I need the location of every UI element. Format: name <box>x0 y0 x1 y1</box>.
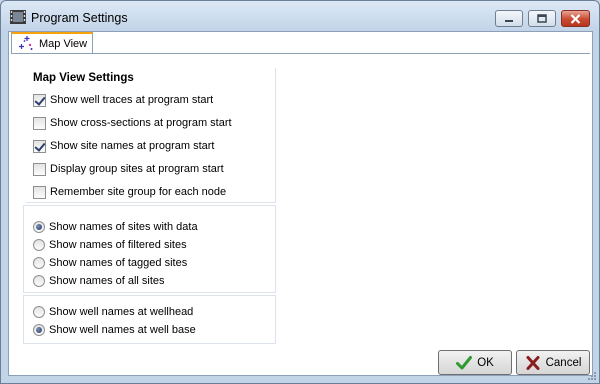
checkbox-show-cross-sections[interactable]: Show cross-sections at program start <box>33 115 232 131</box>
radio-label: Show names of sites with data <box>49 221 198 233</box>
cancel-button[interactable]: Cancel <box>516 350 590 375</box>
checkbox-label: Show cross-sections at program start <box>50 117 232 129</box>
checkbox-box[interactable] <box>33 139 46 153</box>
radio-button[interactable] <box>33 306 45 318</box>
program-settings-window: Program Settings Map View Map View Setti… <box>0 0 600 384</box>
checkbox-label: Remember site group for each node <box>50 186 227 198</box>
close-button[interactable] <box>561 10 590 27</box>
checkbox-box[interactable] <box>33 116 46 130</box>
checkbox-box[interactable] <box>33 185 46 199</box>
tab-label: Map View <box>39 37 88 50</box>
radio-all-sites[interactable]: Show names of all sites <box>33 273 165 289</box>
radio-button[interactable] <box>33 239 45 251</box>
checkbox-box[interactable] <box>33 162 46 176</box>
ok-button[interactable]: OK <box>438 350 512 375</box>
radio-label: Show well names at wellhead <box>49 306 194 318</box>
window-title: Program Settings <box>31 11 128 25</box>
checkbox-display-group-sites[interactable]: Display group sites at program start <box>33 161 224 177</box>
section-title: Map View Settings <box>33 72 134 84</box>
sparkle-icon <box>19 36 33 50</box>
minimize-button[interactable] <box>495 10 523 27</box>
radio-tagged-sites[interactable]: Show names of tagged sites <box>33 255 187 271</box>
checkbox-label: Show site names at program start <box>50 140 215 152</box>
checkbox-group <box>26 68 276 203</box>
checkbox-label: Show well traces at program start <box>50 94 214 106</box>
resize-grip-icon[interactable] <box>586 370 596 380</box>
checkbox-show-well-traces[interactable]: Show well traces at program start <box>33 92 213 108</box>
radio-button[interactable] <box>33 257 45 269</box>
checkbox-label: Display group sites at program start <box>50 163 224 175</box>
checkbox-remember-site-group[interactable]: Remember site group for each node <box>33 184 226 200</box>
tab-map-view[interactable]: Map View <box>11 32 93 53</box>
maximize-button[interactable] <box>528 10 556 27</box>
radio-label: Show names of filtered sites <box>49 239 187 251</box>
radio-label: Show names of all sites <box>49 275 165 287</box>
checkbox-box[interactable] <box>33 93 46 107</box>
radio-well-names-wellhead[interactable]: Show well names at wellhead <box>33 304 193 320</box>
checkmark-icon <box>456 355 473 369</box>
checkbox-show-site-names[interactable]: Show site names at program start <box>33 138 214 154</box>
x-icon <box>526 355 540 370</box>
radio-button[interactable] <box>33 324 45 336</box>
close-icon <box>570 13 581 24</box>
radio-well-names-well-base[interactable]: Show well names at well base <box>33 322 196 338</box>
cancel-label: Cancel <box>545 356 582 369</box>
maximize-icon <box>537 14 547 23</box>
radio-button[interactable] <box>33 221 45 233</box>
radio-button[interactable] <box>33 275 45 287</box>
title-bar[interactable]: Program Settings <box>1 1 599 31</box>
radio-sites-with-data[interactable]: Show names of sites with data <box>33 219 198 235</box>
ok-label: OK <box>477 356 494 369</box>
radio-label: Show names of tagged sites <box>49 257 188 269</box>
film-icon <box>10 10 26 24</box>
radio-label: Show well names at well base <box>49 324 196 336</box>
radio-filtered-sites[interactable]: Show names of filtered sites <box>33 237 187 253</box>
minimize-icon <box>505 19 513 22</box>
